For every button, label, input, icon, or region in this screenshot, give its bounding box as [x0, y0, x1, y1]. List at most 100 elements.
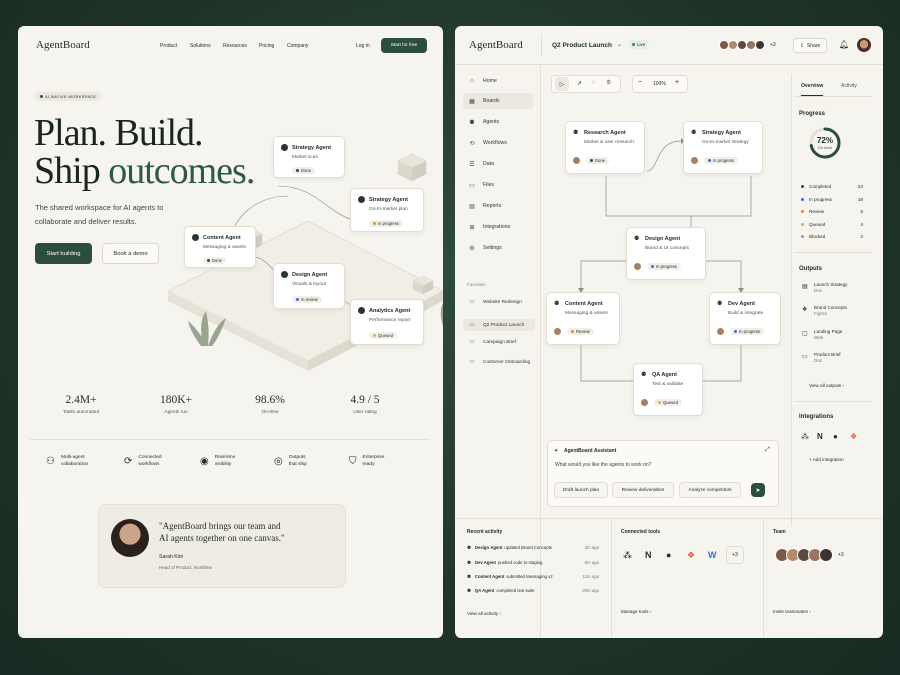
output-item[interactable]: ▢ Landing Page Web	[802, 329, 842, 341]
logo[interactable]: AgentBoard	[36, 39, 90, 51]
start-free-button[interactable]: Start for free	[381, 38, 427, 53]
figma-icon[interactable]: ❖	[850, 432, 857, 441]
login-link[interactable]: Log in	[356, 43, 370, 49]
tab-activity[interactable]: Activity	[841, 83, 857, 89]
nav-resources[interactable]: Resources	[223, 43, 247, 49]
sidebar-item-files[interactable]: ▭ Files	[463, 177, 533, 193]
agent-card[interactable]: Content Agent Messaging & assets Done	[184, 226, 256, 268]
agent-icon	[358, 307, 365, 314]
project-title[interactable]: Q2 Product Launch	[552, 42, 612, 49]
sidebar-item-workflows[interactable]: ⟲ Workflows	[463, 135, 533, 151]
output-item[interactable]: ❖ Brand Concepts Figma	[802, 305, 847, 317]
sidebar-item-home[interactable]: ⌂ Home	[463, 73, 533, 89]
avatar[interactable]	[819, 548, 833, 562]
assistant-prompt[interactable]: What would you like the agents to work o…	[555, 462, 651, 468]
web-icon: ▢	[802, 331, 808, 337]
stat-label: Tasks automated	[62, 410, 100, 415]
nav-product[interactable]: Product	[160, 43, 177, 49]
manage-tools-link[interactable]: Manage tools ›	[621, 609, 651, 614]
favorite-item[interactable]: ▭ Website Redesign	[463, 299, 522, 305]
sidebar-item-agents[interactable]: ⚉ Agents	[463, 114, 533, 130]
workflow-node[interactable]: ⚉ Research Agent Market & user research …	[565, 121, 645, 174]
output-item[interactable]: ▭ Product Brief Doc	[802, 352, 841, 364]
share-button[interactable]: ⇪ Share	[793, 38, 827, 53]
output-item[interactable]: ▤ Launch Strategy Doc	[802, 282, 847, 294]
workflow-node[interactable]: ⚉ Content Agent Messaging & assets Revie…	[546, 292, 620, 345]
zoom-out-icon[interactable]: −	[638, 79, 642, 86]
agent-card[interactable]: Strategy Agent Market scan Done	[273, 136, 345, 178]
agent-icon: ⚉	[467, 545, 471, 550]
more-tools[interactable]: +3	[726, 546, 744, 564]
github-icon[interactable]: ●	[833, 432, 838, 441]
avatar[interactable]	[755, 40, 765, 50]
sparkle-icon: ✦	[554, 448, 559, 454]
share-icon: ⇪	[799, 42, 804, 49]
zoom-in-icon[interactable]: +	[675, 79, 679, 86]
agent-name: Strategy Agent	[369, 197, 408, 203]
status-badge: In progress	[704, 157, 738, 164]
send-icon[interactable]: ➤	[751, 483, 765, 497]
sidebar-item-settings[interactable]: ⚙ Settings	[463, 240, 533, 256]
webflow-icon[interactable]: W	[708, 550, 717, 560]
divider	[794, 401, 872, 402]
view-all-activity-link[interactable]: View all activity ›	[467, 611, 501, 616]
sidebar-item-integrations[interactable]: ⊞ Integrations	[463, 219, 533, 235]
agent-card[interactable]: Strategy Agent Go-to-market plan In prog…	[350, 188, 424, 232]
github-icon[interactable]: ●	[666, 550, 671, 560]
agent-icon: ⚉	[467, 588, 471, 593]
invite-teammates-link[interactable]: Invite teammates ›	[773, 609, 811, 614]
app-logo[interactable]: AgentBoard	[469, 39, 523, 51]
agent-card[interactable]: Design Agent Visuals & layout In review	[273, 263, 345, 309]
sidebar-item-boards[interactable]: ▦ Boards	[463, 93, 533, 109]
chevron-down-icon[interactable]: ⌄	[617, 41, 622, 48]
add-integration-link[interactable]: + Add integration	[809, 457, 844, 462]
files-icon: ▭	[469, 182, 475, 189]
nav-solutions[interactable]: Solutions	[190, 43, 211, 49]
node-name: Dev Agent	[728, 301, 755, 307]
expand-icon[interactable]: ⤢	[765, 447, 770, 454]
agent-icon: ⚉	[634, 236, 640, 242]
view-all-outputs-link[interactable]: View all outputs ›	[809, 383, 844, 388]
more-team[interactable]: +3	[838, 552, 844, 558]
agent-card[interactable]: Analytics Agent Performance report Queue…	[350, 299, 424, 345]
figma-icon[interactable]: ❖	[687, 550, 695, 561]
team-title: Team	[773, 529, 786, 535]
comment-icon[interactable]: ◌	[592, 80, 596, 86]
favorites-title: Favorites	[467, 282, 486, 287]
book-demo-button[interactable]: Book a demo	[102, 243, 159, 264]
workflow-node[interactable]: ⚉ QA Agent Test & validate Queued	[633, 363, 703, 416]
suggestion-chip[interactable]: Analyze competitors	[679, 482, 741, 498]
nav-company[interactable]: Company	[287, 43, 308, 49]
tab-overview[interactable]: Overview	[801, 83, 824, 96]
agent-icon	[192, 234, 199, 241]
assistant-title: AgentBoard Assistant	[564, 448, 617, 454]
status-badge: Done	[586, 157, 610, 164]
user-avatar[interactable]	[857, 38, 871, 52]
suggestion-chip[interactable]: Review deliverables	[612, 482, 674, 498]
slack-icon[interactable]: ⁂	[801, 432, 809, 441]
play-icon[interactable]: ▷	[555, 77, 569, 91]
workflow-node[interactable]: ⚉ Design Agent Brand & UI concepts In pr…	[626, 227, 706, 280]
reports-icon: ▤	[469, 203, 475, 210]
suggestion-chip[interactable]: Draft launch plan	[554, 482, 608, 498]
cursor-icon[interactable]: ➚	[577, 80, 582, 87]
favorite-item[interactable]: ▭ Q2 Product Launch	[463, 319, 535, 331]
start-building-button[interactable]: Start building	[35, 243, 92, 264]
favorite-item[interactable]: ▭ Campaign Brief	[463, 339, 516, 345]
bell-icon[interactable]: 🔔︎	[839, 40, 849, 49]
hand-icon[interactable]: ✋︎	[607, 80, 610, 87]
notion-icon[interactable]: N	[645, 550, 652, 560]
notion-icon[interactable]: N	[817, 432, 823, 441]
stat-label: On-time	[261, 410, 279, 415]
favorite-item[interactable]: ▭ Customer Onboarding	[463, 359, 531, 365]
nav-pricing[interactable]: Pricing	[259, 43, 274, 49]
workflow-node[interactable]: ⚉ Dev Agent Build & integrate In progres…	[709, 292, 781, 345]
more-avatars[interactable]: +3	[770, 42, 776, 48]
slack-icon[interactable]: ⁂	[623, 550, 632, 561]
sidebar-item-data[interactable]: ☰ Data	[463, 156, 533, 172]
sidebar-item-reports[interactable]: ▤ Reports	[463, 198, 533, 214]
feature-item: ◉ Real-time visibility	[200, 455, 236, 467]
activity-item: ⚉ Content Agent submitted Messaging v2 12m …	[467, 574, 599, 579]
workflow-node[interactable]: ⚉ Strategy Agent Go-to-market strategy I…	[683, 121, 763, 174]
avatar	[572, 156, 581, 165]
